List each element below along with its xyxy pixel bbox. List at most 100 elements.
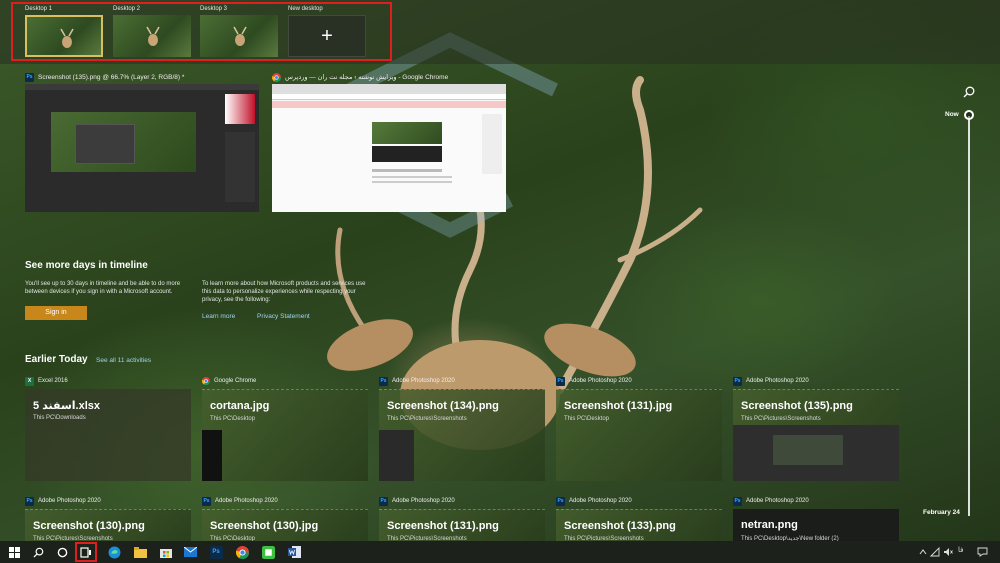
store-icon — [160, 549, 172, 558]
card-title: 5 اسفند.xlsx — [33, 400, 101, 412]
activity-card[interactable]: X Excel 2016 5 اسفند.xlsx This PC\Downloa… — [25, 376, 191, 481]
card-preview[interactable]: Screenshot (134).png This PC\Pictures\Sc… — [379, 389, 545, 481]
window-thumbnail[interactable] — [25, 84, 259, 212]
photoshop-icon: Ps — [25, 72, 34, 82]
deer-thumbnail-icon — [233, 26, 247, 46]
card-app-name: Adobe Photoshop 2020 — [38, 498, 101, 504]
chrome-taskbar-button[interactable] — [234, 544, 250, 560]
privacy-statement-link[interactable]: Privacy Statement — [257, 313, 310, 320]
camtasia-icon — [261, 545, 275, 559]
excel-icon: X — [25, 376, 34, 386]
earlier-today-heading: Earlier Today — [25, 354, 88, 365]
card-preview[interactable]: Screenshot (131).jpg This PC\Desktop — [556, 389, 722, 481]
card-app-name: Google Chrome — [214, 378, 257, 384]
search-icon — [32, 547, 43, 558]
plus-icon: + — [321, 24, 333, 47]
privacy-description: To learn more about how Microsoft produc… — [202, 281, 366, 303]
photoshop-icon: Ps — [379, 376, 388, 386]
notification-icon[interactable] — [977, 547, 988, 557]
desktop-1-tile[interactable]: Desktop 1 — [25, 5, 103, 57]
card-title: Screenshot (135).png — [741, 400, 853, 412]
chrome-icon — [272, 72, 281, 82]
card-app-name: Adobe Photoshop 2020 — [569, 498, 632, 504]
photoshop-icon: Ps — [733, 376, 742, 386]
card-title: cortana.jpg — [210, 400, 270, 412]
start-icon — [8, 546, 20, 558]
file-explorer-icon — [133, 546, 147, 558]
deer-thumbnail-icon — [146, 26, 160, 46]
card-app-name: Excel 2016 — [38, 378, 68, 384]
window-photoshop[interactable]: Ps Screenshot (135).png @ 66.7% (Layer 2… — [25, 72, 259, 212]
card-app-name: Adobe Photoshop 2020 — [746, 498, 809, 504]
photoshop-icon: Ps — [556, 376, 565, 386]
task-view-highlight-box — [75, 542, 97, 562]
volume-icon[interactable] — [943, 547, 953, 557]
word-icon — [287, 546, 301, 558]
card-path: This PC\Pictures\Screenshots — [741, 416, 821, 422]
new-desktop-label: New desktop — [288, 6, 323, 12]
new-desktop-button[interactable]: + — [288, 15, 366, 57]
photoshop-taskbar-button[interactable]: Ps — [208, 544, 224, 560]
network-icon[interactable] — [930, 547, 940, 557]
chevron-up-icon[interactable] — [919, 549, 927, 555]
see-more-heading: See more days in timeline — [25, 260, 148, 271]
store-button[interactable] — [158, 544, 174, 560]
photoshop-icon: Ps — [202, 496, 211, 506]
chrome-icon — [235, 545, 249, 559]
edge-button[interactable] — [106, 544, 122, 560]
card-preview[interactable]: cortana.jpg This PC\Desktop — [202, 389, 368, 481]
cortana-icon — [57, 547, 67, 557]
card-title: Screenshot (134).png — [387, 400, 499, 412]
window-title: Screenshot (135).png @ 66.7% (Layer 2, R… — [38, 73, 185, 81]
card-path: This PC\Desktop — [210, 416, 256, 422]
new-desktop-tile[interactable]: New desktop + — [288, 5, 366, 57]
taskbar: Ps فا — [0, 541, 1000, 563]
desktop-3-tile[interactable]: Desktop 3 — [200, 5, 278, 57]
activity-card[interactable]: Google Chrome cortana.jpg This PC\Deskto… — [202, 376, 368, 481]
window-thumbnail[interactable] — [272, 84, 506, 212]
card-title: Screenshot (130).jpg — [210, 520, 319, 532]
mail-button[interactable] — [182, 544, 198, 560]
desktop-label: Desktop 3 — [200, 6, 228, 12]
learn-more-link[interactable]: Learn more — [202, 313, 235, 320]
language-indicator[interactable]: فا — [958, 546, 963, 554]
sign-in-button[interactable]: Sign in — [25, 306, 87, 320]
deer-thumbnail-icon — [60, 28, 74, 48]
search-button[interactable] — [30, 544, 46, 560]
card-title: netran.png — [741, 519, 798, 531]
desktop-thumbnail[interactable] — [200, 15, 278, 57]
start-button[interactable] — [6, 544, 22, 560]
card-app-name: Adobe Photoshop 2020 — [569, 378, 632, 384]
timeline-scrollbar[interactable] — [968, 116, 970, 516]
activity-card[interactable]: Ps Adobe Photoshop 2020 Screenshot (134).… — [379, 376, 545, 481]
card-title: Screenshot (131).png — [387, 520, 499, 532]
desktop-label: Desktop 2 — [113, 6, 141, 12]
card-preview[interactable]: 5 اسفند.xlsx This PC\Downloads — [25, 389, 191, 481]
see-all-activities-link[interactable]: See all 11 activities — [96, 357, 151, 364]
cortana-button[interactable] — [54, 544, 70, 560]
window-chrome[interactable]: ویرایش نوشته › مجله نت ران — وردپرس - Go… — [272, 72, 506, 212]
card-app-name: Adobe Photoshop 2020 — [392, 498, 455, 504]
card-title: Screenshot (130).png — [33, 520, 145, 532]
camtasia-taskbar-button[interactable] — [260, 544, 276, 560]
photoshop-icon: Ps — [733, 496, 742, 506]
desktop-2-tile[interactable]: Desktop 2 — [113, 5, 191, 57]
photoshop-icon: Ps — [379, 496, 388, 506]
desktop-thumbnail[interactable] — [25, 15, 103, 57]
search-icon[interactable] — [963, 86, 975, 98]
activity-card[interactable]: Ps Adobe Photoshop 2020 Screenshot (135).… — [733, 376, 899, 481]
card-app-name: Adobe Photoshop 2020 — [392, 378, 455, 384]
activity-card[interactable]: Ps Adobe Photoshop 2020 Screenshot (131).… — [556, 376, 722, 481]
card-app-name: Adobe Photoshop 2020 — [215, 498, 278, 504]
card-title: Screenshot (133).png — [564, 520, 676, 532]
file-explorer-button[interactable] — [132, 544, 148, 560]
card-app-name: Adobe Photoshop 2020 — [746, 378, 809, 384]
desktop-thumbnail[interactable] — [113, 15, 191, 57]
word-taskbar-button[interactable] — [286, 544, 302, 560]
timeline-now-label: Now — [945, 111, 959, 118]
timeline-date-label: February 24 — [923, 509, 960, 516]
card-title: Screenshot (131).jpg — [564, 400, 673, 412]
card-preview[interactable]: Screenshot (135).png This PC\Pictures\Sc… — [733, 389, 899, 481]
card-path: This PC\Pictures\Screenshots — [387, 416, 467, 422]
timeline-handle[interactable] — [964, 110, 974, 120]
